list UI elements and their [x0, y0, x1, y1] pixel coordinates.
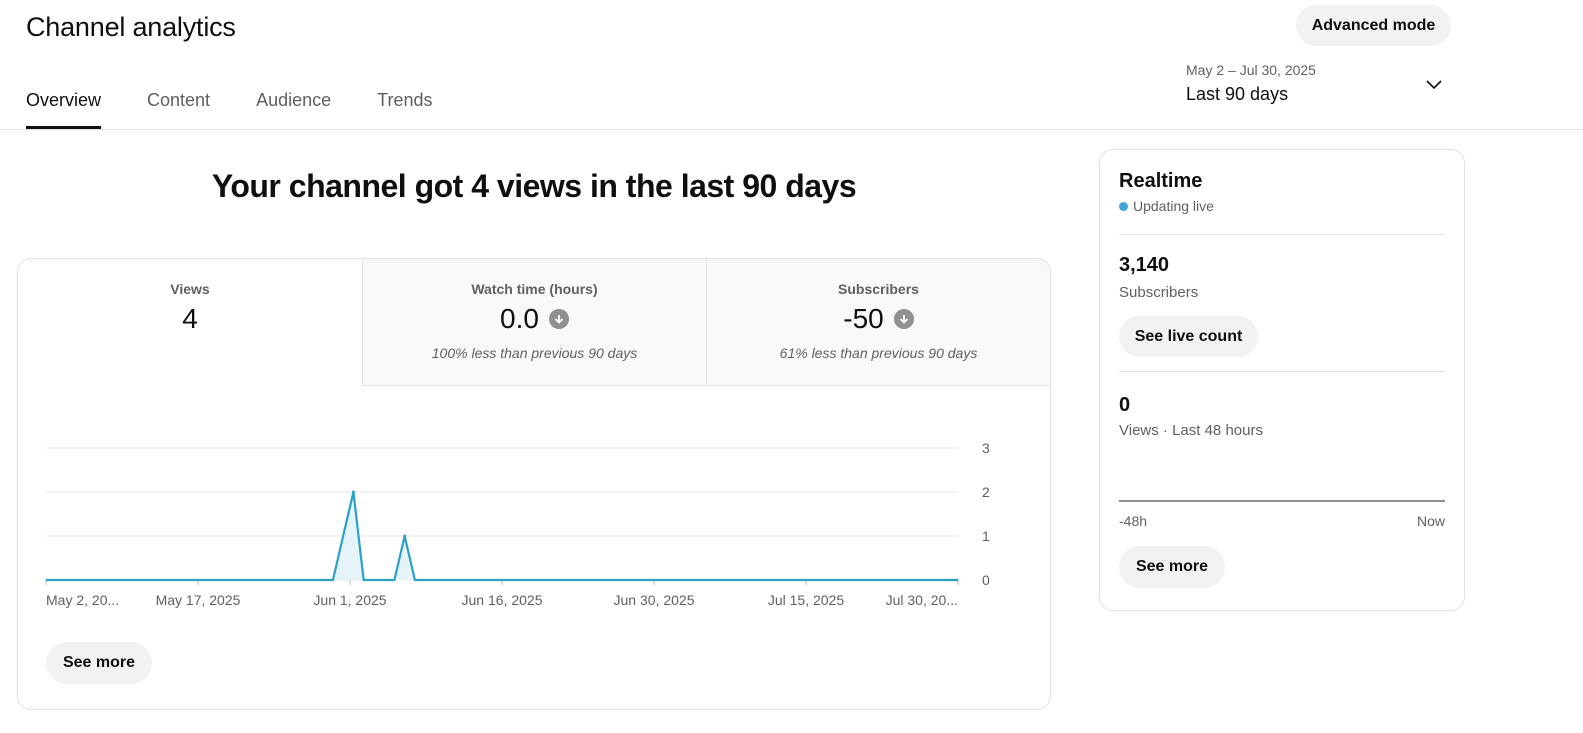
overview-card: Views 4 Watch time (hours) 0.0 100% less…	[17, 258, 1051, 710]
metric-title: Views	[170, 281, 210, 297]
tab-trends[interactable]: Trends	[377, 78, 432, 129]
realtime-views-label: Views · Last 48 hours	[1119, 422, 1263, 439]
x-tick-label: May 2, 20...	[46, 592, 119, 608]
metric-tabs: Views 4 Watch time (hours) 0.0 100% less…	[18, 259, 1050, 386]
date-range-text: May 2 – Jul 30, 2025	[1186, 62, 1316, 78]
realtime-views-value: 0	[1119, 394, 1131, 416]
header-divider	[0, 129, 1583, 130]
realtime-status: Updating live	[1119, 198, 1214, 214]
realtime-card: Realtime Updating live 3,140 Subscribers…	[1099, 149, 1465, 611]
page-title: Channel analytics	[26, 12, 236, 42]
arrow-down-icon	[893, 309, 914, 329]
see-live-count-button[interactable]: See live count	[1119, 316, 1258, 357]
tab-content[interactable]: Content	[147, 78, 210, 129]
views-chart: 0 1 2 3 May 2, 20... May 17, 2025 Jun 1, 2025 J…	[45, 440, 990, 608]
chevron-down-icon	[1426, 80, 1442, 90]
metric-subscribers[interactable]: Subscribers -50 61% less than previous 9…	[706, 259, 1050, 386]
metric-value: -50	[843, 303, 914, 335]
metric-title: Subscribers	[838, 281, 919, 297]
realtime-see-more-button[interactable]: See more	[1119, 546, 1225, 588]
x-tick-label: Jul 15, 2025	[768, 592, 844, 608]
x-tick-label: Jun 30, 2025	[614, 592, 695, 608]
arrow-down-icon	[548, 309, 569, 329]
realtime-subscribers-label: Subscribers	[1119, 284, 1199, 301]
x-tick-label: Jun 16, 2025	[462, 592, 543, 608]
metric-comparison: 100% less than previous 90 days	[431, 345, 638, 361]
date-range-label: Last 90 days	[1186, 84, 1289, 104]
divider	[1119, 371, 1445, 372]
see-more-button[interactable]: See more	[46, 642, 152, 684]
divider	[1119, 234, 1445, 235]
metric-comparison: 61% less than previous 90 days	[779, 345, 978, 361]
date-range-picker[interactable]: May 2 – Jul 30, 2025 Last 90 days	[1186, 62, 1454, 112]
realtime-axis-end: Now	[1416, 513, 1445, 529]
tab-overview[interactable]: Overview	[26, 78, 102, 129]
x-tick-label: Jul 30, 20...	[886, 592, 958, 608]
metric-watch-time[interactable]: Watch time (hours) 0.0 100% less than pr…	[362, 259, 706, 386]
tab-audience[interactable]: Audience	[256, 78, 331, 129]
y-tick-label: 0	[982, 572, 990, 588]
data-point	[351, 490, 355, 494]
advanced-mode-button[interactable]: Advanced mode	[1296, 5, 1451, 46]
x-tick-label: May 17, 2025	[156, 592, 241, 608]
y-tick-label: 1	[982, 528, 990, 544]
metric-value: 0.0	[500, 303, 569, 335]
x-tick-label: Jun 1, 2025	[313, 592, 386, 608]
realtime-status-text: Updating live	[1133, 198, 1214, 214]
data-point	[403, 534, 407, 538]
realtime-title: Realtime	[1119, 170, 1203, 192]
metric-views[interactable]: Views 4	[18, 259, 362, 386]
live-dot-icon	[1119, 201, 1128, 211]
realtime-subscribers-value: 3,140	[1119, 254, 1170, 276]
y-tick-label: 2	[982, 484, 990, 500]
metric-title: Watch time (hours)	[471, 281, 598, 297]
realtime-axis-start: -48h	[1119, 513, 1148, 529]
realtime-chart-axis	[1119, 500, 1445, 502]
tab-bar: Overview Content Audience Trends	[26, 78, 478, 129]
y-tick-label: 3	[982, 440, 990, 456]
metric-value: 4	[182, 303, 198, 334]
overview-headline: Your channel got 4 views in the last 90 …	[211, 168, 857, 204]
